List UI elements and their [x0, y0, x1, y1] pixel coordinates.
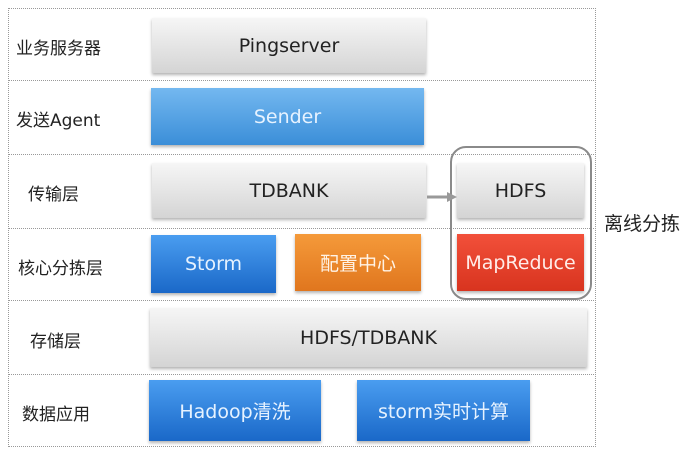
arrow-icon — [427, 192, 457, 202]
tdbank-box: TDBANK — [152, 163, 426, 218]
storm-box: Storm — [151, 235, 276, 293]
layer-divider — [8, 300, 596, 301]
layer-divider — [8, 80, 596, 81]
pingserver-box: Pingserver — [152, 18, 426, 73]
layer-divider — [8, 374, 596, 375]
layer-label-agent: 发送Agent — [16, 111, 101, 131]
layer-label-business-server: 业务服务器 — [16, 39, 101, 59]
sender-box: Sender — [151, 88, 424, 145]
offline-sorting-label: 离线分拣 — [604, 213, 681, 235]
config-center-box: 配置中心 — [295, 234, 421, 291]
layer-label-data-app: 数据应用 — [22, 405, 90, 425]
offline-sorting-group — [450, 146, 592, 300]
hadoop-clean-box: Hadoop清洗 — [149, 380, 321, 441]
storm-realtime-box: storm实时计算 — [357, 380, 530, 441]
storage-box: HDFS/TDBANK — [150, 308, 587, 367]
layer-label-transport: 传输层 — [28, 185, 79, 205]
layer-label-core-sorting: 核心分拣层 — [18, 259, 103, 279]
layer-label-storage: 存储层 — [30, 332, 81, 352]
